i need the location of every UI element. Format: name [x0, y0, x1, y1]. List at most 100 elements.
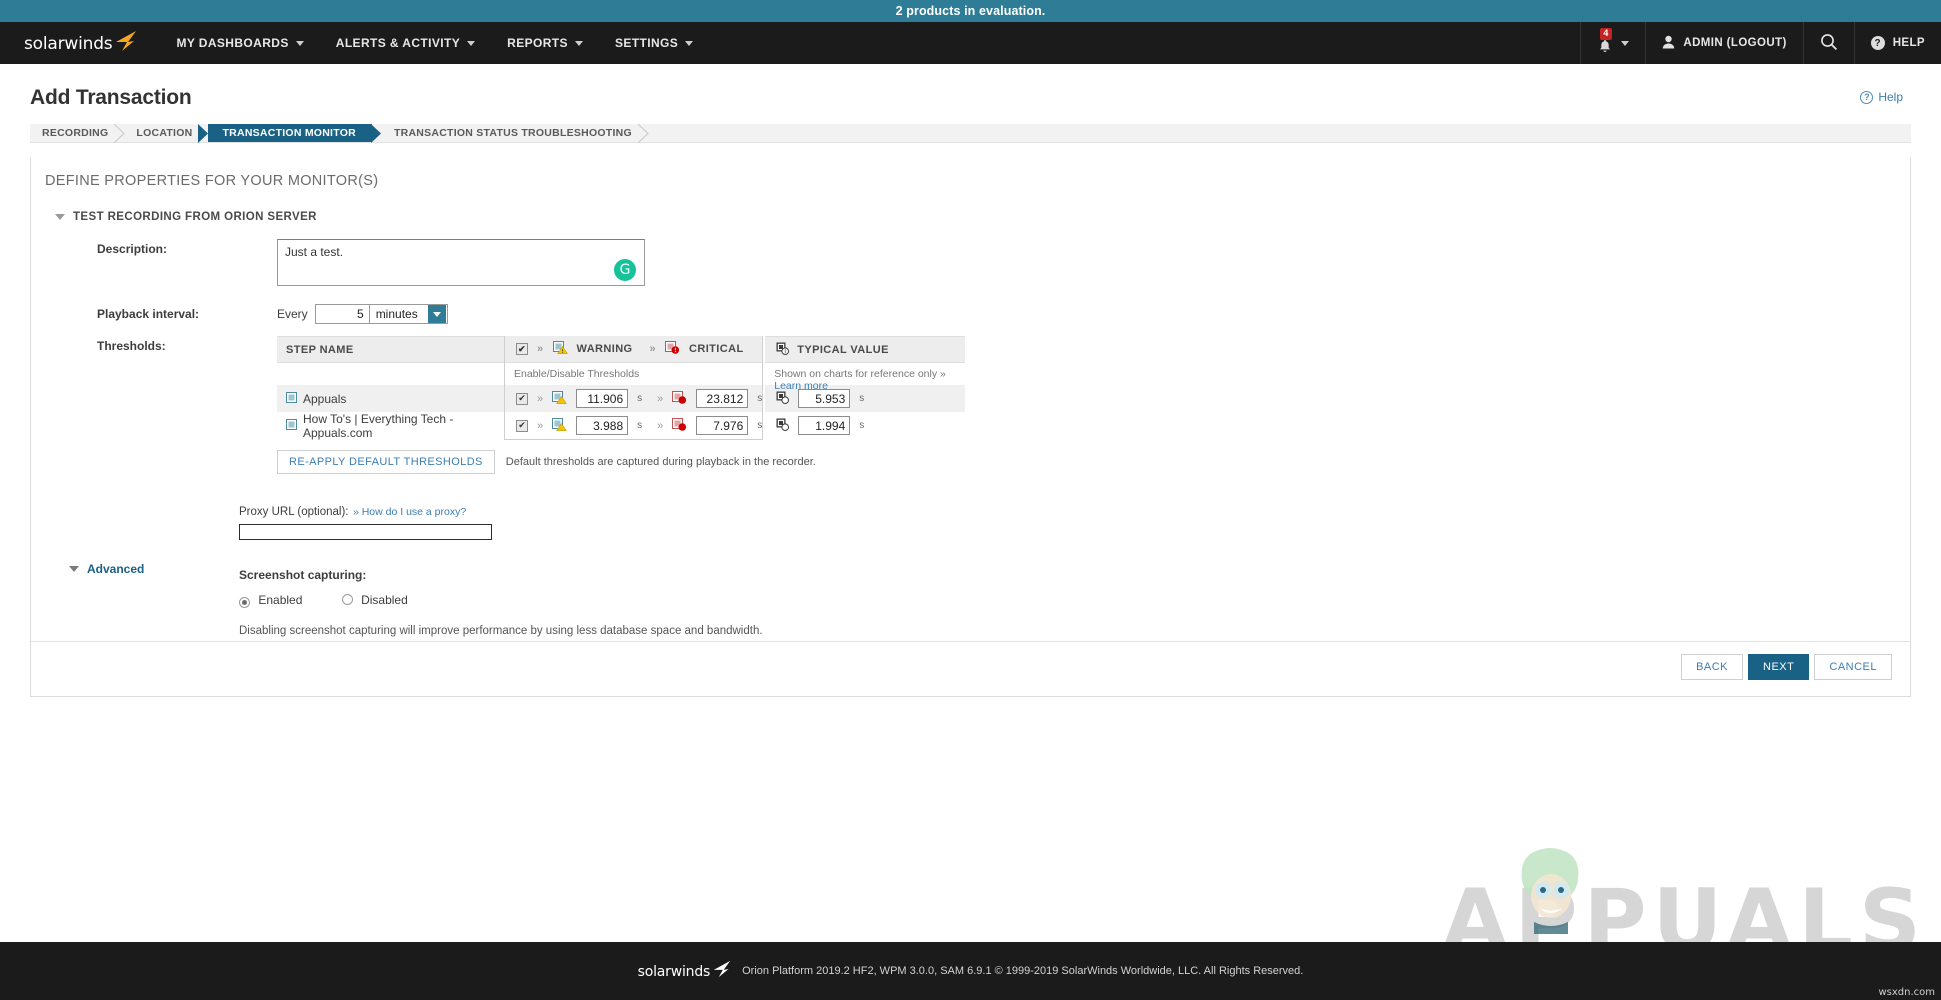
nav-item-my-dashboards-label: MY DASHBOARDS: [176, 36, 289, 50]
page-help-label: Help: [1878, 90, 1903, 104]
nav-item-settings[interactable]: SETTINGS: [599, 22, 709, 64]
collapse-triangle-icon[interactable]: [69, 566, 79, 573]
chevron-right-icon: »: [649, 343, 657, 355]
collapse-triangle-icon[interactable]: [55, 214, 65, 220]
toggle-all-thresholds-checkbox[interactable]: [516, 343, 528, 355]
typical-unit: s: [859, 393, 865, 404]
search-button[interactable]: [1804, 22, 1854, 64]
row-threshold-checkbox[interactable]: [516, 392, 528, 405]
wizard-step-location[interactable]: LOCATION: [124, 124, 209, 143]
critical-icon: [665, 341, 680, 357]
wizard-step-recording[interactable]: RECORDING: [30, 124, 126, 143]
chevron-down-icon: [295, 40, 304, 46]
alerts-bell-button[interactable]: 4: [1581, 22, 1645, 64]
wizard-step-transaction-monitor[interactable]: TRANSACTION MONITOR: [208, 124, 381, 143]
critical-threshold-input[interactable]: [696, 416, 749, 435]
warning-threshold-input[interactable]: [576, 416, 629, 435]
proxy-url-field-group: Proxy URL (optional): » How do I use a p…: [239, 502, 763, 542]
row-threshold-checkbox[interactable]: [516, 419, 528, 432]
proxy-help-link[interactable]: » How do I use a proxy?: [353, 506, 466, 518]
column-typical-value: TYPICAL VALUE Shown on charts for refere…: [765, 336, 966, 439]
nav-item-reports-label: REPORTS: [507, 36, 568, 50]
page-title: Add Transaction: [30, 86, 192, 109]
warning-icon: [552, 341, 568, 357]
solarwinds-logo-text: solarwinds: [24, 33, 113, 54]
wizard-step-location-label: LOCATION: [136, 127, 193, 139]
next-button[interactable]: NEXT: [1748, 654, 1810, 680]
wizard-step-transaction-status-troubleshooting[interactable]: TRANSACTION STATUS TROUBLESHOOTING: [372, 124, 649, 143]
chevron-right-icon: »: [657, 419, 664, 432]
typical-value-column-label: TYPICAL VALUE: [797, 343, 889, 356]
advanced-header[interactable]: Advanced: [31, 502, 239, 637]
panel-divider: [31, 641, 1910, 642]
typical-value-input[interactable]: [798, 416, 851, 435]
radio-disabled-indicator[interactable]: [341, 593, 353, 605]
typical-value-note-text: Shown on charts for reference only »: [774, 368, 946, 380]
question-mark-icon: ?: [1870, 36, 1885, 50]
alerts-count-badge: 4: [1600, 28, 1612, 40]
column-step-name: STEP NAME Appuals How To's | Everything …: [277, 336, 504, 440]
account-menu-button[interactable]: ADMIN (LOGOUT): [1646, 22, 1802, 64]
solarwinds-logo[interactable]: solarwinds: [24, 30, 137, 54]
footer-copyright: Orion Platform 2019.2 HF2, WPM 3.0.0, SA…: [742, 965, 1304, 977]
nav-item-alerts-activity[interactable]: ALERTS & ACTIVITY: [320, 22, 491, 64]
help-label: HELP: [1892, 37, 1925, 49]
description-label: Description:: [97, 242, 168, 256]
warning-icon: [552, 417, 567, 434]
radio-disabled[interactable]: Disabled: [341, 592, 408, 607]
column-thresholds: » WARNING »: [504, 336, 764, 440]
advanced-label: Advanced: [87, 562, 145, 577]
search-icon: [1820, 33, 1838, 54]
playback-interval-label: Playback interval:: [97, 307, 200, 321]
back-button[interactable]: BACK: [1681, 654, 1744, 680]
section-title: DEFINE PROPERTIES FOR YOUR MONITOR(S): [45, 173, 379, 189]
typical-value-icon: [776, 342, 790, 358]
description-textarea[interactable]: Just a test. G: [277, 239, 645, 286]
chevron-down-icon: [574, 40, 583, 46]
typical-value-icon: [776, 418, 790, 434]
step-name-value: How To's | Everything Tech - Appuals.com: [303, 411, 454, 440]
description-value: Just a test.: [285, 245, 344, 259]
playback-unit-select[interactable]: minutes: [369, 304, 448, 324]
radio-disabled-label: Disabled: [361, 592, 408, 607]
screenshot-capturing-group: Screenshot capturing: Enabled Disabled D…: [239, 568, 763, 637]
help-button[interactable]: ? HELP: [1855, 22, 1941, 64]
table-row: » s »: [505, 385, 763, 412]
table-row: Appuals: [277, 385, 504, 412]
radio-enabled[interactable]: Enabled: [239, 593, 306, 608]
action-buttons: BACK NEXT CANCEL: [1681, 654, 1892, 680]
group-header-label: TEST RECORDING FROM ORION SERVER: [73, 211, 317, 223]
step-icon: [286, 418, 297, 433]
step-name-value: Appuals: [303, 391, 347, 406]
typical-unit: s: [859, 420, 865, 431]
chevron-down-icon[interactable]: [427, 305, 446, 323]
bell-icon: 4: [1597, 28, 1613, 53]
nav-item-reports[interactable]: REPORTS: [491, 22, 599, 64]
group-header-test-recording[interactable]: TEST RECORDING FROM ORION SERVER: [31, 189, 1910, 223]
grammarly-icon[interactable]: G: [614, 259, 636, 281]
reapply-defaults-row: RE-APPLY DEFAULT THRESHOLDS Default thre…: [277, 450, 965, 474]
playback-unit-value: minutes: [375, 307, 418, 321]
critical-icon: [672, 417, 687, 434]
nav-item-my-dashboards[interactable]: MY DASHBOARDS: [160, 22, 319, 64]
cancel-button[interactable]: CANCEL: [1814, 654, 1892, 680]
chevron-down-icon: [1621, 40, 1630, 46]
top-navigation-bar: solarwinds MY DASHBOARDS ALERTS & ACTIVI…: [0, 22, 1941, 64]
proxy-url-input[interactable]: [239, 524, 492, 540]
critical-column-label: CRITICAL: [689, 343, 744, 355]
appuals-mascot-icon: [1512, 838, 1590, 934]
radio-enabled-indicator[interactable]: [239, 596, 250, 608]
step-arrow-icon: [637, 124, 649, 143]
page-help-link[interactable]: ? Help: [1860, 90, 1903, 104]
critical-threshold-input[interactable]: [696, 389, 749, 408]
description-row: Description: Just a test. G: [31, 239, 1910, 286]
wizard-step-transaction-monitor-label: TRANSACTION MONITOR: [222, 127, 356, 139]
thresholds-label: Thresholds:: [97, 339, 166, 353]
warning-threshold-input[interactable]: [576, 389, 629, 408]
typical-value-input[interactable]: [798, 389, 851, 408]
table-row: How To's | Everything Tech - Appuals.com: [277, 411, 504, 440]
enable-disable-thresholds-note: Enable/Disable Thresholds: [514, 368, 640, 380]
thresholds-row: Thresholds: STEP NAME Appuals How To's |…: [31, 336, 1910, 474]
reapply-default-thresholds-button[interactable]: RE-APPLY DEFAULT THRESHOLDS: [277, 450, 495, 474]
playback-interval-input[interactable]: [314, 304, 370, 324]
